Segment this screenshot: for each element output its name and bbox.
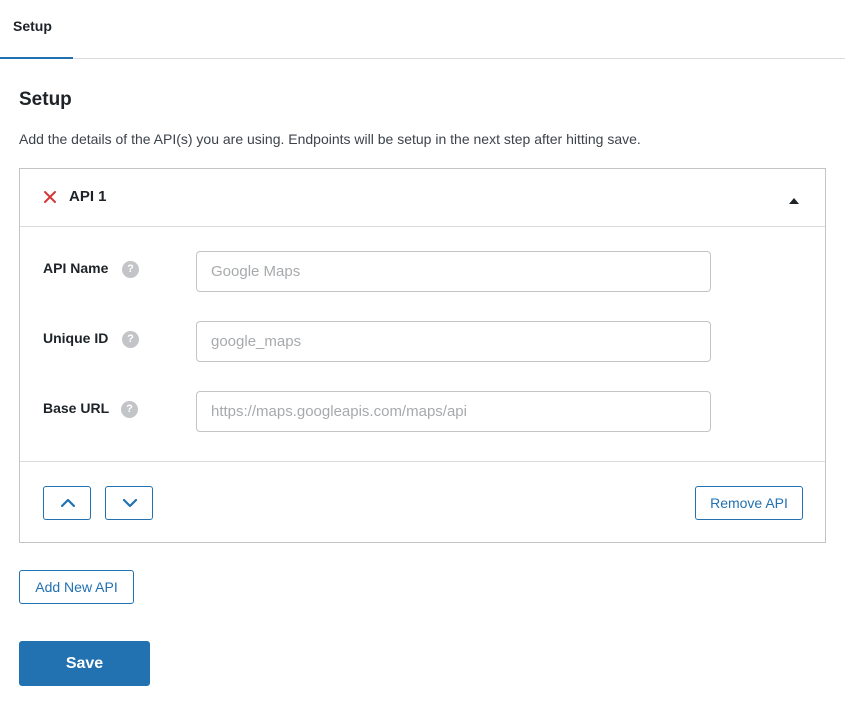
api-name-input[interactable] — [196, 251, 711, 292]
field-row-api-name: API Name ? — [20, 251, 825, 293]
unique-id-label: Unique ID — [43, 330, 109, 346]
api-panel-header[interactable]: API 1 — [20, 169, 825, 227]
add-new-api-button[interactable]: Add New API — [19, 570, 134, 604]
help-icon[interactable]: ? — [121, 401, 138, 418]
remove-api-button[interactable]: Remove API — [695, 486, 803, 520]
field-row-unique-id: Unique ID ? — [20, 321, 825, 363]
unique-id-input[interactable] — [196, 321, 711, 362]
base-url-label: Base URL — [43, 400, 110, 416]
save-button[interactable]: Save — [19, 641, 150, 686]
close-icon[interactable] — [42, 189, 58, 205]
move-down-button[interactable] — [105, 486, 153, 520]
page-description: Add the details of the API(s) you are us… — [19, 131, 641, 147]
api-title: API 1 — [69, 188, 107, 205]
chevron-down-icon — [122, 498, 138, 508]
tab-bar: Setup — [0, 0, 845, 59]
help-icon[interactable]: ? — [122, 261, 139, 278]
caret-up-icon[interactable] — [788, 193, 800, 204]
chevron-up-icon — [60, 498, 76, 508]
api-name-label: API Name — [43, 260, 109, 276]
api-panel-footer: Remove API — [20, 461, 825, 543]
move-up-button[interactable] — [43, 486, 91, 520]
field-row-base-url: Base URL ? — [20, 391, 825, 433]
page-title: Setup — [19, 89, 72, 110]
help-icon[interactable]: ? — [122, 331, 139, 348]
base-url-input[interactable] — [196, 391, 711, 432]
api-panel: API 1 API Name ? Unique ID ? Base URL ? … — [19, 168, 826, 543]
tab-setup[interactable]: Setup — [0, 0, 73, 59]
